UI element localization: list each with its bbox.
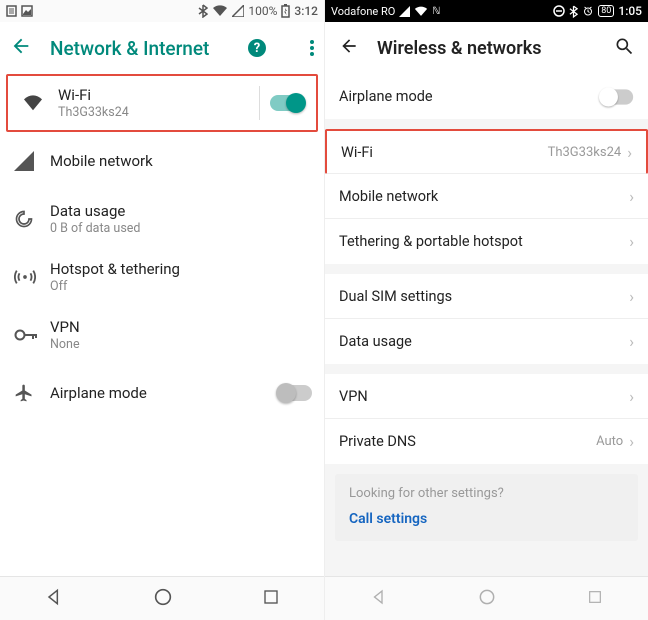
nav-home-icon[interactable] [477,587,497,611]
wifi-row[interactable]: Wi-Fi Th3G33ks24 [6,74,318,132]
bluetooth-icon [198,4,208,18]
chevron-right-icon: › [627,143,632,162]
wifi-value: Th3G33ks24 [548,145,622,160]
data-sub: 0 B of data used [50,221,312,236]
nav-back-icon[interactable] [44,587,64,611]
clock-text: 3:12 [294,4,318,18]
app-bar: Wireless & networks [325,22,648,74]
airplane-toggle[interactable] [278,385,312,401]
data-usage-row[interactable]: Data usage › [325,319,648,364]
airplane-icon [14,383,50,403]
data-label: Data usage [339,333,629,350]
nav-home-icon[interactable] [152,586,174,612]
overflow-menu-icon[interactable] [310,38,314,58]
hotspot-label: Hotspot & tethering [50,260,312,278]
doc-icon [6,5,17,17]
status-bar: Vodafone RO ℕ 80 1:05 [325,0,648,22]
tether-label: Tethering & portable hotspot [339,233,629,250]
vpn-label: VPN [50,318,312,336]
vpn-key-icon [14,328,50,342]
dual-sim-row[interactable]: Dual SIM settings › [325,274,648,319]
data-usage-row[interactable]: Data usage 0 B of data used [0,190,324,248]
carrier-text: Vodafone RO [331,5,395,18]
hotspot-row[interactable]: Hotspot & tethering Off [0,248,324,306]
nav-recent-icon[interactable] [587,589,603,609]
signal-icon [14,151,50,171]
chevron-right-icon: › [629,332,634,351]
battery-text: 80 [598,5,614,17]
data-label: Data usage [50,202,312,220]
status-bar: 100% 3:12 [0,0,324,22]
mobile-label: Mobile network [50,152,312,170]
help-icon[interactable]: ? [248,39,266,57]
hotspot-sub: Off [50,279,312,294]
wifi-label: Wi-Fi [341,144,548,161]
mobile-network-row[interactable]: Mobile network › [325,174,648,219]
pdns-value: Auto [596,434,623,449]
airplane-row[interactable]: Airplane mode [325,74,648,119]
alarm-icon [582,5,594,17]
mobile-label: Mobile network [339,188,629,205]
pdns-label: Private DNS [339,433,596,450]
airplane-toggle[interactable] [601,89,633,104]
hotspot-icon [14,266,50,288]
settings-list: Wi-Fi Th3G33ks24 Mobile network [0,74,324,422]
wifi-label: Wi-Fi [58,86,259,104]
airplane-label: Airplane mode [339,88,600,105]
back-icon[interactable] [10,35,32,61]
back-icon[interactable] [339,36,359,60]
bluetooth-icon [569,5,578,18]
page-title: Wireless & networks [377,38,541,59]
wifi-row[interactable]: Wi-Fi Th3G33ks24 › [325,129,648,174]
wifi-icon [22,94,58,112]
signal-icon [399,6,410,17]
signal-icon [232,5,244,17]
more-settings-text: Looking for other settings? [349,486,624,501]
airplane-label: Airplane mode [50,384,278,402]
wifi-icon [212,5,228,17]
data-usage-icon [14,209,50,229]
more-settings-card: Looking for other settings? Call setting… [335,474,638,541]
airplane-row[interactable]: Airplane mode [0,364,324,422]
call-settings-link[interactable]: Call settings [349,511,624,527]
app-bar: Network & Internet ? [0,22,324,74]
chevron-right-icon: › [629,387,634,406]
wifi-sub: Th3G33ks24 [58,105,259,120]
dualsim-label: Dual SIM settings [339,288,629,305]
vpn-sub: None [50,337,312,352]
android-nav-bar [325,576,648,620]
vpn-row[interactable]: VPN None [0,306,324,364]
android-nav-bar [0,576,324,620]
search-icon[interactable] [614,36,634,60]
wifi-toggle[interactable] [270,95,304,111]
vpn-row[interactable]: VPN › [325,374,648,419]
chevron-right-icon: › [629,187,634,206]
nfc-icon: ℕ [432,6,440,17]
private-dns-row[interactable]: Private DNS Auto › [325,419,648,464]
vpn-label: VPN [339,388,629,405]
dnd-icon [553,5,565,17]
tethering-row[interactable]: Tethering & portable hotspot › [325,219,648,264]
chevron-right-icon: › [629,432,634,451]
wifi-icon [414,6,428,17]
image-icon [21,5,33,17]
chevron-right-icon: › [629,232,634,251]
page-title: Network & Internet [50,37,209,60]
nav-back-icon[interactable] [370,588,388,610]
nav-recent-icon[interactable] [262,588,280,610]
settings-list: Airplane mode Wi-Fi Th3G33ks24 › Mobile … [325,74,648,547]
battery-text: 100% [248,4,277,18]
mobile-network-row[interactable]: Mobile network [0,132,324,190]
battery-icon [281,4,290,18]
chevron-right-icon: › [629,287,634,306]
clock-text: 1:05 [618,4,642,18]
